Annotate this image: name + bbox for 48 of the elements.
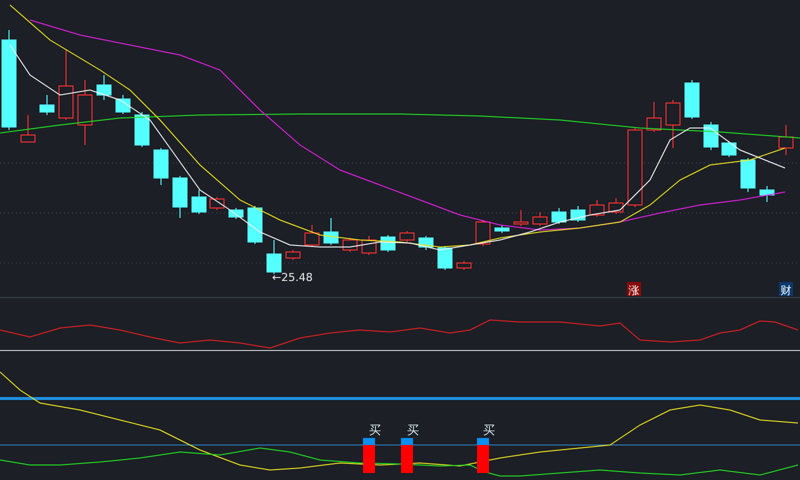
candlestick <box>304 224 320 248</box>
candlestick <box>172 176 188 218</box>
candlestick <box>154 148 168 186</box>
candlestick <box>438 246 452 270</box>
candlestick <box>248 206 262 244</box>
candlestick <box>418 236 434 250</box>
candlestick <box>456 260 472 270</box>
buy-signal-label: 买 <box>407 423 419 437</box>
candlestick <box>192 190 206 214</box>
candlestick <box>722 140 736 158</box>
candlestick <box>20 114 36 142</box>
indicator-badge: 涨 <box>627 282 641 297</box>
candlestick <box>134 112 150 148</box>
candlestick <box>286 250 300 260</box>
buy-signal-bar <box>363 438 375 473</box>
buy-signal-bar <box>401 438 413 473</box>
candlestick <box>778 124 794 156</box>
candlestick <box>740 158 756 192</box>
candlestick <box>646 102 662 132</box>
candlestick <box>362 236 376 256</box>
candlestick <box>760 186 774 202</box>
candlestick <box>476 220 490 246</box>
candlestick <box>684 80 700 120</box>
candlestick <box>210 196 224 210</box>
candlestick <box>494 224 510 234</box>
candlestick <box>78 80 92 146</box>
candlestick <box>666 100 680 148</box>
low-price-label: ←25.48 <box>272 271 313 284</box>
buy-signal-label: 买 <box>369 423 381 437</box>
candlestick <box>40 94 54 116</box>
buy-signal-label: 买 <box>483 423 495 437</box>
indicator-badge: 财 <box>779 282 793 297</box>
candlestick <box>400 230 414 242</box>
candlestick <box>532 212 548 226</box>
candlestick <box>324 218 338 246</box>
candlestick <box>570 206 586 222</box>
candlestick <box>608 198 624 214</box>
candlestick <box>266 240 282 274</box>
candlestick <box>552 208 566 224</box>
candlestick <box>96 74 112 100</box>
candlestick <box>342 238 358 252</box>
buy-signal-bar <box>477 438 489 473</box>
candlestick <box>228 208 244 220</box>
candlestick <box>704 122 718 150</box>
candlestick <box>58 50 74 120</box>
candlestick <box>116 94 130 114</box>
candlestick <box>590 200 604 218</box>
candlestick <box>514 210 528 226</box>
